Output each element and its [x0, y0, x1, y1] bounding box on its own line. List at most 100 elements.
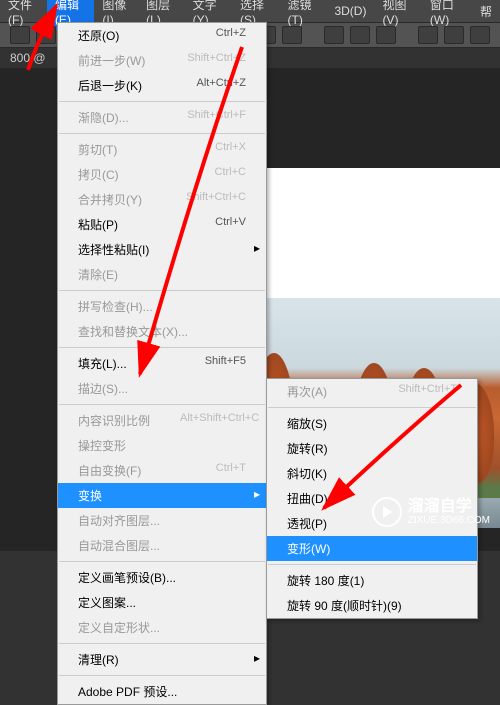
- edit-menu-item: 自动对齐图层...: [58, 508, 266, 533]
- menu-item-label: 定义自定形状...: [78, 619, 160, 636]
- edit-menu-item: 拷贝(C)Ctrl+C: [58, 162, 266, 187]
- menu-item-shortcut: Ctrl+V: [215, 216, 246, 233]
- menu-item-label: 内容识别比例: [78, 412, 150, 429]
- transform-submenu-item[interactable]: 旋转 90 度(顺时针)(9): [267, 593, 477, 618]
- edit-menu-item: 前进一步(W) Shift+Ctrl+Z: [58, 48, 266, 73]
- menu-item-label: 扭曲(D): [287, 490, 328, 507]
- menu-separator: [59, 643, 265, 644]
- menu-separator: [59, 404, 265, 405]
- edit-menu-item: 渐隐(D)... Shift+Ctrl+F: [58, 105, 266, 130]
- transform-submenu-item[interactable]: 变形(W): [267, 536, 477, 561]
- menu-item-label: 自由变换(F): [78, 462, 141, 479]
- menu-item-shortcut: Shift+F5: [205, 355, 246, 372]
- menu-item-label: 拷贝(C): [78, 166, 119, 183]
- menu-help[interactable]: 帮: [472, 0, 500, 23]
- toolbar-button[interactable]: [444, 26, 464, 44]
- edit-menu-item[interactable]: 粘贴(P) Ctrl+V: [58, 212, 266, 237]
- menu-item-label: 前进一步(W): [78, 52, 145, 69]
- menu-item-label: 自动对齐图层...: [78, 512, 160, 529]
- toolbar-button[interactable]: [350, 26, 370, 44]
- edit-menu-item[interactable]: 清理(R) ▸: [58, 647, 266, 672]
- toolbar-button[interactable]: [470, 26, 490, 44]
- menu-item-label: 变换: [78, 487, 102, 504]
- chevron-right-icon: ▸: [254, 651, 260, 665]
- menu-item-label: 拼写检查(H)...: [78, 298, 153, 315]
- menu-item-label: 旋转 180 度(1): [287, 572, 364, 589]
- edit-menu-item: 内容识别比例Alt+Shift+Ctrl+C: [58, 408, 266, 433]
- menu-item-shortcut: Ctrl+Z: [216, 27, 246, 44]
- toolbar-button[interactable]: [10, 26, 30, 44]
- menu-separator: [59, 101, 265, 102]
- play-icon: [372, 497, 402, 527]
- menu-item-shortcut: Shift+Ctrl+Z: [187, 52, 246, 69]
- chevron-right-icon: ▸: [254, 241, 260, 255]
- toolbar-button[interactable]: [36, 26, 56, 44]
- menu-item-label: 操控变形: [78, 437, 126, 454]
- edit-menu-item: 剪切(T)Ctrl+X: [58, 137, 266, 162]
- edit-menu-item: 自由变换(F)Ctrl+T: [58, 458, 266, 483]
- menu-item-label: 自动混合图层...: [78, 537, 160, 554]
- transform-submenu-item[interactable]: 斜切(K): [267, 461, 477, 486]
- toolbar-button[interactable]: [282, 26, 302, 44]
- menu-item-label: 粘贴(P): [78, 216, 118, 233]
- watermark-name: 溜溜自学: [408, 498, 490, 516]
- watermark: 溜溜自学 ZIXUE.3D66.COM: [372, 497, 490, 527]
- edit-menu-item: 合并拷贝(Y) Shift+Ctrl+C: [58, 187, 266, 212]
- menu-item-label: 斜切(K): [287, 465, 327, 482]
- edit-menu-item: 查找和替换文本(X)...: [58, 319, 266, 344]
- edit-menu-item: 清除(E): [58, 262, 266, 287]
- menu-item-shortcut: Shift+Ctrl+F: [187, 109, 246, 126]
- menu-separator: [59, 347, 265, 348]
- transform-submenu-item[interactable]: 旋转 180 度(1): [267, 568, 477, 593]
- menubar: 文件(F) 编辑(E) 图像(I) 图层(L) 文字(Y) 选择(S) 滤镜(T…: [0, 0, 500, 22]
- menu-item-label: 剪切(T): [78, 141, 117, 158]
- edit-menu-dropdown: 还原(O) Ctrl+Z 前进一步(W) Shift+Ctrl+Z 后退一步(K) Alt…: [57, 22, 267, 705]
- menu-item-label: 透视(P): [287, 515, 327, 532]
- menu-item-label: Adobe PDF 预设...: [78, 683, 177, 700]
- menu-item-label: 查找和替换文本(X)...: [78, 323, 188, 340]
- edit-menu-item[interactable]: 还原(O) Ctrl+Z: [58, 23, 266, 48]
- menu-separator: [59, 290, 265, 291]
- menu-item-label: 填充(L)...: [78, 355, 127, 372]
- menu-item-label: 旋转 90 度(顺时针)(9): [287, 597, 402, 614]
- menu-item-label: 后退一步(K): [78, 77, 142, 94]
- transform-submenu-item: 再次(A)Shift+Ctrl+T: [267, 379, 477, 404]
- menu-item-label: 合并拷贝(Y): [78, 191, 142, 208]
- menu-item-label: 清除(E): [78, 266, 118, 283]
- menu-item-shortcut: Shift+Ctrl+C: [186, 191, 246, 208]
- toolbar-button[interactable]: [324, 26, 344, 44]
- edit-menu-item[interactable]: 定义画笔预设(B)...: [58, 565, 266, 590]
- menu-item-label: 清理(R): [78, 651, 119, 668]
- watermark-site: ZIXUE.3D66.COM: [408, 515, 490, 526]
- menu-separator: [268, 407, 476, 408]
- menu-item-label: 再次(A): [287, 383, 327, 400]
- menu-item-label: 缩放(S): [287, 415, 327, 432]
- toolbar-button[interactable]: [418, 26, 438, 44]
- menu-item-label: 还原(O): [78, 27, 119, 44]
- edit-menu-item[interactable]: 变换 ▸: [58, 483, 266, 508]
- menu-separator: [59, 561, 265, 562]
- edit-menu-item: 描边(S)...: [58, 376, 266, 401]
- edit-menu-item[interactable]: 定义图案...: [58, 590, 266, 615]
- menu-separator: [268, 564, 476, 565]
- edit-menu-item[interactable]: 填充(L)... Shift+F5: [58, 351, 266, 376]
- menu-item-label: 变形(W): [287, 540, 330, 557]
- edit-menu-item[interactable]: 后退一步(K) Alt+Ctrl+Z: [58, 73, 266, 98]
- menu-item-label: 定义图案...: [78, 594, 136, 611]
- chevron-right-icon: ▸: [254, 487, 260, 501]
- menu-separator: [59, 675, 265, 676]
- menu-separator: [59, 133, 265, 134]
- edit-menu-item[interactable]: Adobe PDF 预设...: [58, 679, 266, 704]
- menu-item-label: 选择性粘贴(I): [78, 241, 149, 258]
- edit-menu-item: 拼写检查(H)...: [58, 294, 266, 319]
- transform-submenu-item[interactable]: 旋转(R): [267, 436, 477, 461]
- menu-item-shortcut: Alt+Ctrl+Z: [196, 77, 246, 94]
- menu-3d[interactable]: 3D(D): [326, 1, 374, 21]
- transform-submenu-item[interactable]: 缩放(S): [267, 411, 477, 436]
- toolbar-button[interactable]: [376, 26, 396, 44]
- edit-menu-item: 定义自定形状...: [58, 615, 266, 640]
- menu-item-label: 渐隐(D)...: [78, 109, 129, 126]
- edit-menu-item: 自动混合图层...: [58, 533, 266, 558]
- edit-menu-item: 操控变形: [58, 433, 266, 458]
- edit-menu-item[interactable]: 选择性粘贴(I) ▸: [58, 237, 266, 262]
